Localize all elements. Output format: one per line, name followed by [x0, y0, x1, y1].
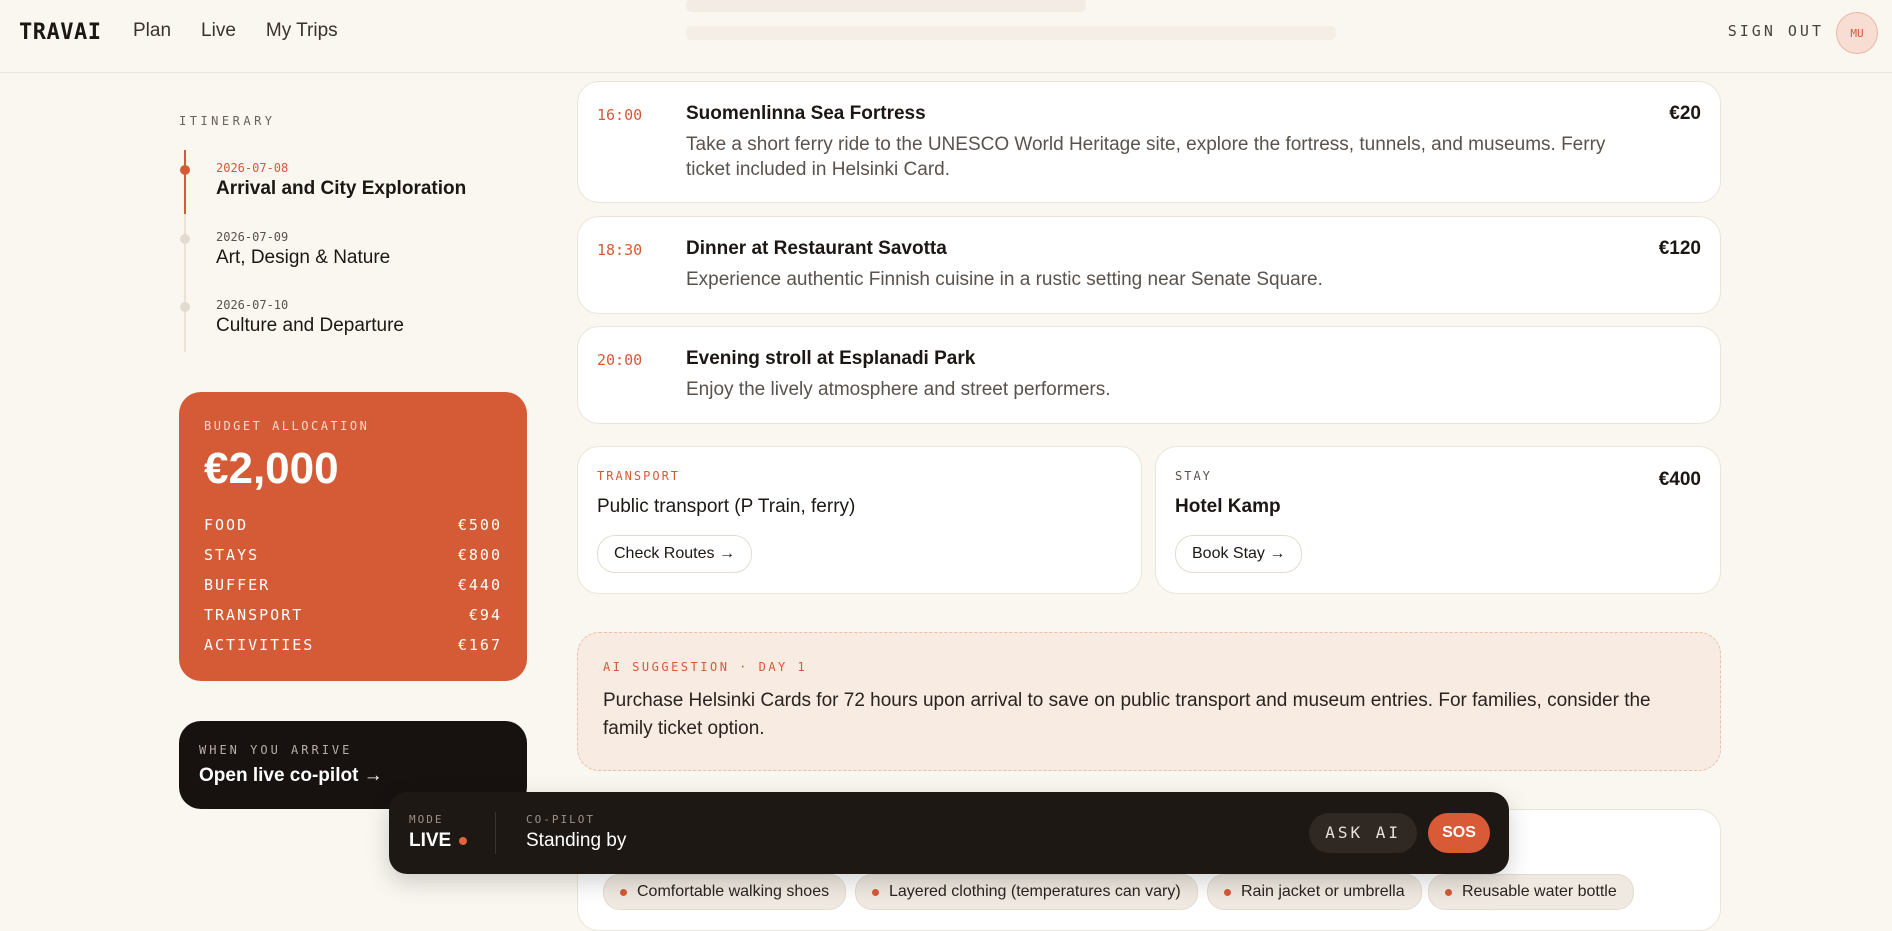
day-title: Art, Design & Nature	[216, 247, 391, 268]
transport-card: TRANSPORT Public transport (P Train, fer…	[577, 446, 1142, 594]
timeline-dot	[180, 302, 190, 312]
itinerary-label: ITINERARY	[179, 114, 276, 128]
budget-row-value: €800	[457, 546, 502, 564]
avatar[interactable]: MU	[1836, 12, 1878, 54]
copilot-status: Standing by	[526, 830, 627, 851]
scrolled-content-fragment	[686, 0, 1086, 12]
itinerary-day-2[interactable]: 2026-07-09 Art, Design & Nature	[216, 230, 390, 269]
live-indicator-dot	[459, 836, 468, 845]
timeline-active-indicator	[184, 150, 186, 214]
timeline-dot	[180, 234, 190, 244]
activity-price: €120	[1658, 238, 1701, 259]
budget-row-label: BUFFER	[204, 576, 271, 594]
open-copilot-link[interactable]: Open live co-pilot →	[199, 765, 383, 787]
mode-label: MODE	[409, 813, 444, 826]
activity-description: Take a short ferry ride to the UNESCO Wo…	[686, 134, 1606, 180]
activity-title: Dinner at Restaurant Savotta	[686, 238, 947, 259]
day-date: 2026-07-09	[216, 230, 289, 244]
mode-value: LIVE	[409, 830, 452, 851]
budget-row-stays: STAYS €800	[204, 546, 502, 564]
nav-my-trips[interactable]: My Trips	[266, 20, 338, 42]
day-title: Culture and Departure	[216, 315, 404, 336]
main-nav: Plan Live My Trips	[133, 20, 338, 42]
activity-title: Suomenlinna Sea Fortress	[686, 103, 926, 124]
budget-row-buffer: BUFFER €440	[204, 576, 502, 594]
timeline-dot-active	[180, 165, 190, 175]
stay-title: Hotel Kamp	[1175, 496, 1281, 517]
ask-ai-button[interactable]: ASK AI	[1309, 813, 1417, 853]
transport-title: Public transport (P Train, ferry)	[597, 496, 856, 517]
budget-row-label: ACTIVITIES	[204, 636, 315, 654]
check-routes-button[interactable]: Check Routes →	[597, 535, 752, 573]
copilot-card-label: WHEN YOU ARRIVE	[199, 743, 353, 757]
packing-chip: Comfortable walking shoes	[603, 874, 847, 910]
budget-total: €2,000	[204, 444, 339, 493]
budget-row-activities: ACTIVITIES €167	[204, 636, 502, 654]
packing-chip: Reusable water bottle	[1428, 874, 1634, 910]
day-title: Arrival and City Exploration	[216, 178, 467, 199]
budget-label: BUDGET ALLOCATION	[204, 419, 370, 433]
budget-row-label: TRANSPORT	[204, 606, 304, 624]
copilot-label: CO-PILOT	[526, 813, 595, 826]
stay-price: €400	[1658, 469, 1701, 490]
live-mode-bar: MODE LIVE CO-PILOT Standing by ASK AI SO…	[389, 792, 1509, 874]
itinerary-day-3[interactable]: 2026-07-10 Culture and Departure	[216, 298, 404, 337]
top-bar: TRAVAI Plan Live My Trips SIGN OUT MU	[0, 0, 1892, 73]
book-stay-button[interactable]: Book Stay →	[1175, 535, 1303, 573]
packing-chip: Rain jacket or umbrella	[1207, 874, 1422, 910]
activity-title: Evening stroll at Esplanadi Park	[686, 348, 976, 369]
budget-card: BUDGET ALLOCATION €2,000 FOOD €500 STAYS…	[179, 392, 527, 681]
transport-label: TRANSPORT	[597, 469, 681, 483]
activity-price: €20	[1669, 103, 1701, 124]
day-date: 2026-07-10	[216, 298, 289, 312]
budget-row-value: €167	[457, 636, 502, 654]
ai-suggestion-box: AI SUGGESTION · DAY 1 Purchase Helsinki …	[577, 632, 1721, 771]
sos-button[interactable]: SOS	[1428, 813, 1490, 853]
app-logo[interactable]: TRAVAI	[19, 20, 101, 45]
divider	[495, 812, 496, 854]
stay-label: STAY	[1175, 469, 1212, 483]
packing-chip: Layered clothing (temperatures can vary)	[855, 874, 1198, 910]
budget-row-value: €94	[468, 606, 502, 624]
stay-card: STAY Hotel Kamp €400 Book Stay →	[1155, 446, 1721, 594]
nav-live[interactable]: Live	[201, 20, 236, 42]
activity-time: 18:30	[597, 241, 643, 259]
budget-row-value: €440	[457, 576, 502, 594]
budget-row-food: FOOD €500	[204, 516, 502, 534]
sign-out-button[interactable]: SIGN OUT	[1728, 22, 1824, 40]
budget-row-transport: TRANSPORT €94	[204, 606, 502, 624]
budget-row-value: €500	[457, 516, 502, 534]
mode-status: LIVE	[409, 830, 468, 852]
nav-plan[interactable]: Plan	[133, 20, 171, 42]
ai-suggestion-text: Purchase Helsinki Cards for 72 hours upo…	[603, 690, 1651, 739]
activity-description: Enjoy the lively atmosphere and street p…	[686, 379, 1111, 400]
activity-time: 16:00	[597, 106, 643, 124]
budget-row-label: FOOD	[204, 516, 249, 534]
day-date: 2026-07-08	[216, 161, 289, 175]
ai-suggestion-label: AI SUGGESTION · DAY 1	[603, 660, 808, 674]
activity-card[interactable]: 16:00 Suomenlinna Sea Fortress Take a sh…	[577, 81, 1721, 203]
activity-card[interactable]: 20:00 Evening stroll at Esplanadi Park E…	[577, 326, 1721, 424]
budget-row-label: STAYS	[204, 546, 260, 564]
activity-card[interactable]: 18:30 Dinner at Restaurant Savotta Exper…	[577, 216, 1721, 314]
itinerary-day-1[interactable]: 2026-07-08 Arrival and City Exploration	[216, 161, 466, 200]
activity-time: 20:00	[597, 351, 643, 369]
activity-description: Experience authentic Finnish cuisine in …	[686, 269, 1323, 290]
scrolled-content-fragment	[686, 26, 1336, 40]
